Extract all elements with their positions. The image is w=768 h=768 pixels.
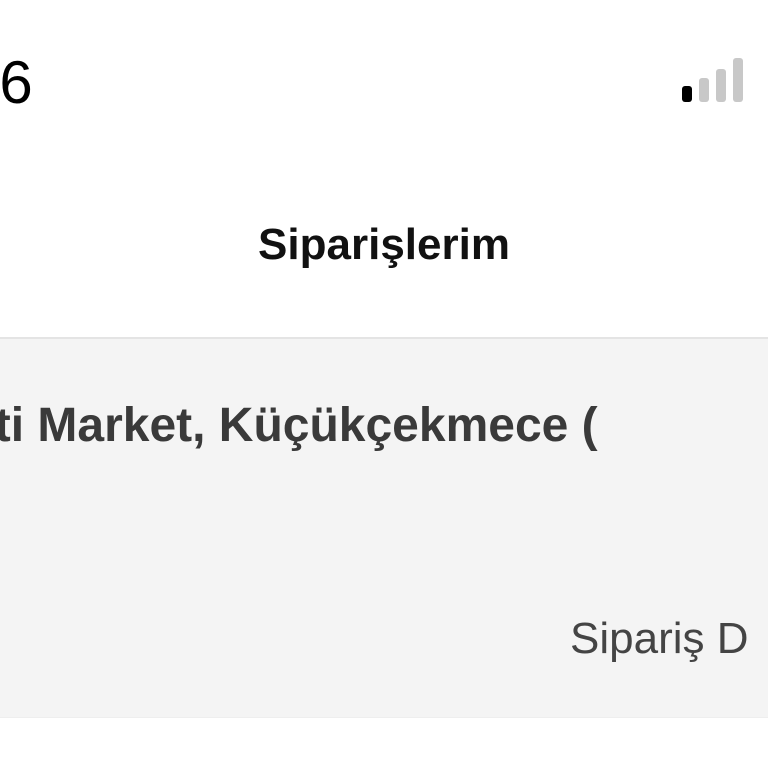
signal-bar-3	[716, 69, 726, 102]
signal-bar-1	[682, 86, 692, 102]
status-time: 16	[0, 49, 33, 116]
orders-screen: 16 Siparişlerim Sepeti Market, Küçükçekm…	[0, 0, 768, 768]
status-bar: 16	[0, 0, 768, 150]
order-date-label: Sipariş D	[570, 614, 749, 663]
signal-bar-2	[699, 78, 709, 102]
signal-bar-4	[733, 58, 743, 102]
navigation-bar: Siparişlerim	[0, 150, 768, 339]
order-list-item[interactable]: Sepeti Market, Küçükçekmece ( Sipariş D	[0, 339, 768, 718]
page-title: Siparişlerim	[258, 220, 510, 269]
cellular-signal-icon	[680, 56, 750, 102]
order-store-name: Sepeti Market, Küçükçekmece (	[0, 399, 598, 452]
